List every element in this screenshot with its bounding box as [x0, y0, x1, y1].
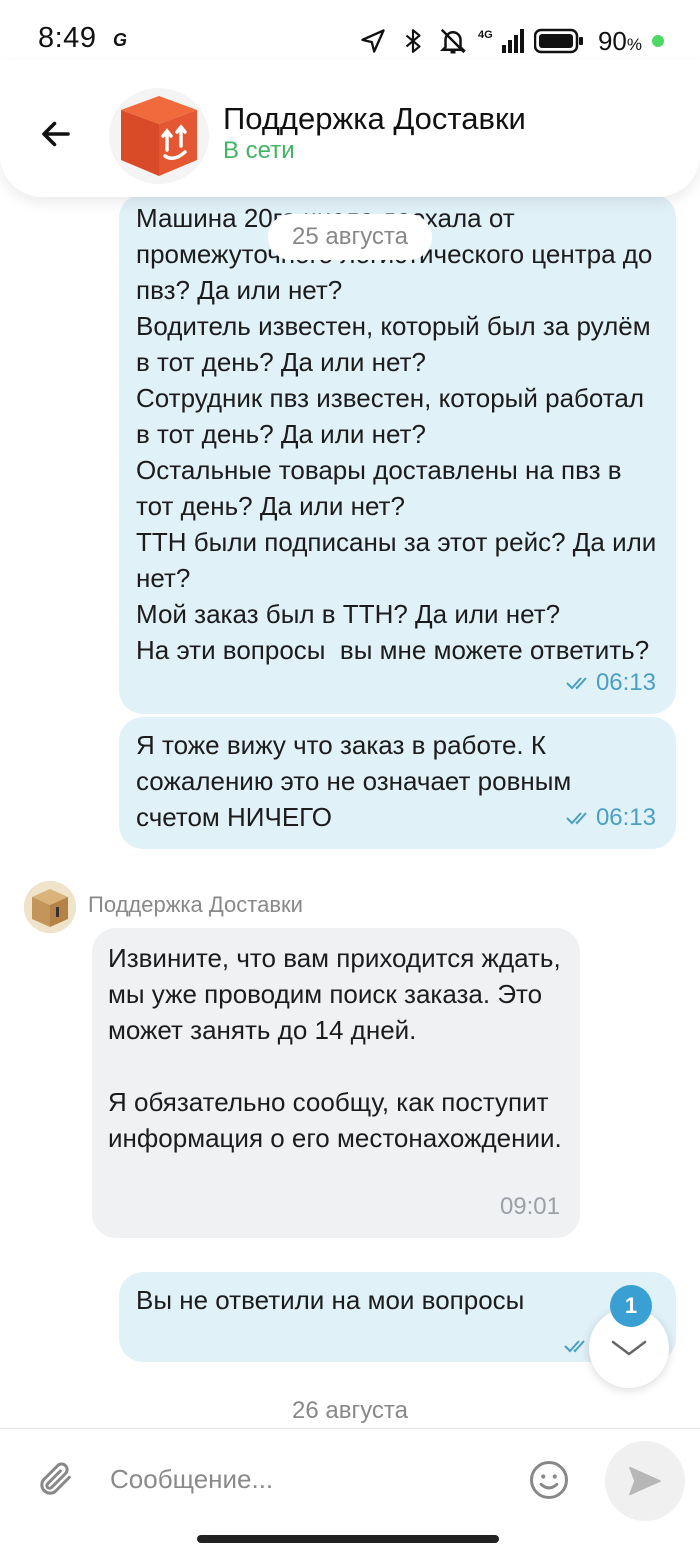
- date-separator: 25 августа: [268, 214, 432, 260]
- message-meta: [564, 1338, 590, 1354]
- attach-button[interactable]: [34, 1457, 78, 1501]
- arrow-left-icon: [42, 121, 70, 147]
- charging-dot: [652, 35, 664, 47]
- message-bubble-outgoing[interactable]: Машина 20го числа доехала от промежуточн…: [119, 194, 676, 714]
- app-notification-icon: G: [113, 30, 128, 50]
- message-bubble-outgoing[interactable]: Я тоже вижу что заказ в работе. К сожале…: [119, 717, 676, 849]
- double-check-icon: [564, 1340, 585, 1353]
- message-meta: 06:13: [566, 800, 656, 836]
- smiley-icon: [530, 1461, 568, 1499]
- chat-title[interactable]: Поддержка Доставки: [223, 101, 526, 137]
- box-logo-icon: [121, 96, 197, 176]
- double-check-icon: [566, 677, 587, 690]
- chat-header: Поддержка Доставки В сети: [0, 60, 700, 197]
- chat-avatar[interactable]: [109, 88, 209, 184]
- sender-name: Поддержка Доставки: [88, 892, 303, 917]
- chevron-down-icon: [611, 1340, 647, 1356]
- box-avatar-icon: [24, 881, 76, 933]
- paperclip-icon: [40, 1462, 71, 1495]
- message-time: 09:01: [499, 1193, 560, 1220]
- message-meta: 09:01: [500, 1189, 560, 1225]
- signal-icon: 4G: [478, 26, 524, 56]
- sender-avatar[interactable]: [24, 881, 76, 933]
- emoji-button[interactable]: [526, 1457, 572, 1503]
- date-separator: 26 августа: [291, 1397, 408, 1424]
- status-time: 8:49: [38, 22, 97, 54]
- message-input[interactable]: [110, 1457, 510, 1501]
- bluetooth-icon: [398, 26, 428, 56]
- send-button[interactable]: [605, 1441, 685, 1521]
- message-text: Машина 20го числа доехала от промежуточн…: [136, 203, 657, 665]
- send-icon: [629, 1466, 661, 1496]
- message-list[interactable]: 25 августа Машина 20го числа доехала от …: [0, 190, 700, 1430]
- message-text: Извините, что вам приходится ждать, мы у…: [108, 943, 562, 1153]
- back-button[interactable]: [32, 110, 80, 158]
- online-status: В сети: [223, 137, 295, 164]
- battery-level: 90%: [597, 25, 642, 56]
- message-meta: 06:13: [566, 665, 656, 701]
- unread-count-badge[interactable]: 1: [610, 1285, 652, 1327]
- status-icons: 4G 90%: [358, 24, 664, 58]
- battery-icon: [533, 26, 584, 56]
- network-type-label: 4G: [478, 29, 493, 41]
- message-time: 06:13: [595, 804, 656, 831]
- message-text: Вы не ответили на мои вопросы: [136, 1285, 525, 1315]
- message-time: 06:13: [595, 669, 656, 696]
- double-check-icon: [566, 812, 587, 825]
- home-indicator[interactable]: [197, 1535, 499, 1543]
- message-bubble-incoming[interactable]: Извините, что вам приходится ждать, мы у…: [92, 928, 580, 1238]
- mute-bell-icon: [438, 26, 468, 56]
- message-composer: [0, 1428, 700, 1528]
- location-icon: [358, 26, 388, 56]
